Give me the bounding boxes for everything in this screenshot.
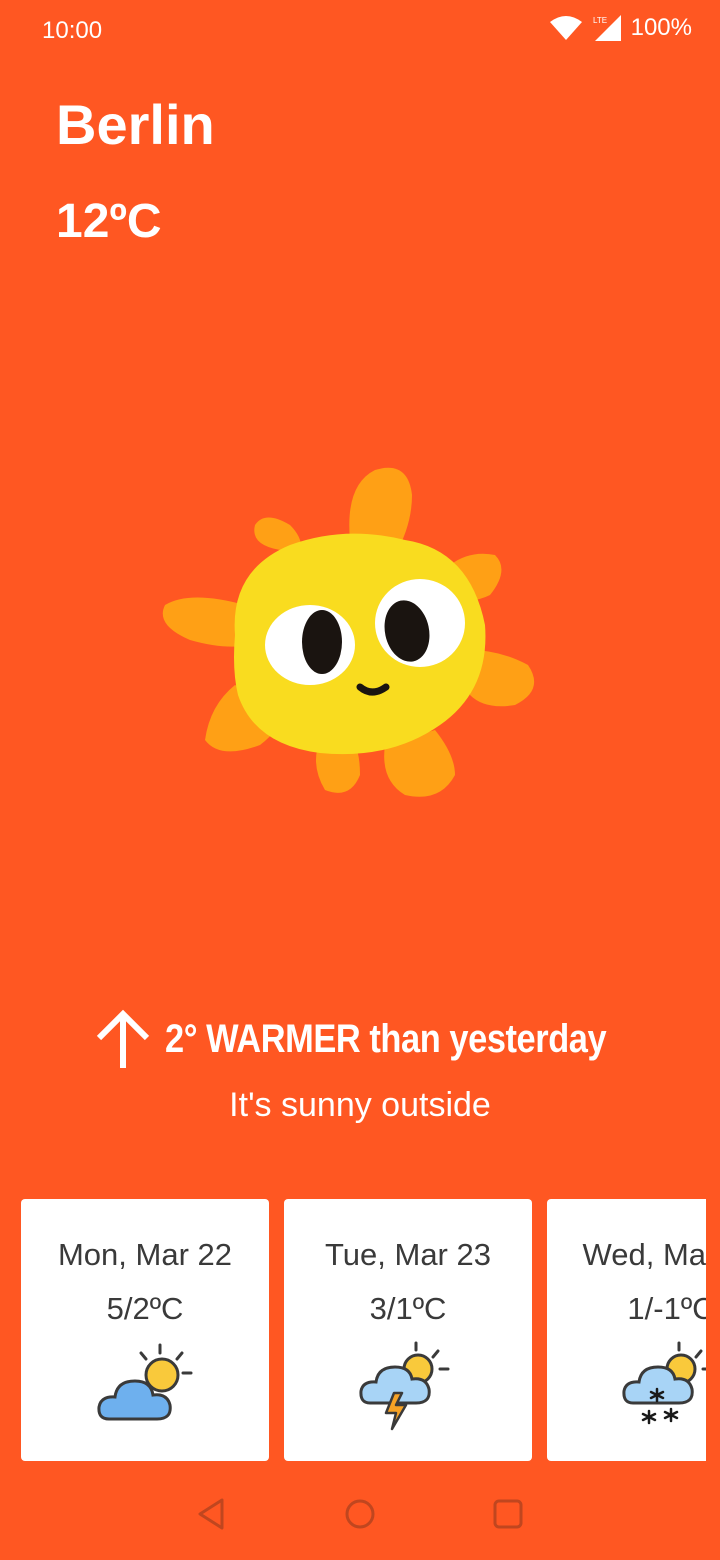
- back-icon[interactable]: [192, 1494, 232, 1534]
- network-type-label: LTE: [593, 16, 607, 25]
- forecast-list[interactable]: Mon, Mar 22 5/2ºC Tue, Mar 23 3/1ºC Wed,…: [21, 1199, 706, 1463]
- wifi-icon: [549, 16, 582, 40]
- arrow-up-icon: [96, 1009, 150, 1068]
- comparison-text: 2° WARMER than yesterday: [165, 1016, 607, 1061]
- forecast-card[interactable]: Mon, Mar 22 5/2ºC: [21, 1199, 269, 1461]
- forecast-card[interactable]: Tue, Mar 23 3/1ºC: [284, 1199, 532, 1461]
- forecast-date: Mon, Mar 22: [57, 1237, 232, 1272]
- partly-cloudy-icon: [97, 1343, 193, 1421]
- forecast-date: Wed, Mar 24: [582, 1237, 706, 1272]
- city-name: Berlin: [56, 93, 215, 156]
- navigation-bar: [0, 1470, 720, 1560]
- home-icon[interactable]: [340, 1494, 380, 1534]
- sun-illustration: [162, 467, 535, 797]
- condition-text: It's sunny outside: [229, 1086, 491, 1124]
- snow-icon: [622, 1341, 706, 1425]
- status-icons: LTE 100%: [549, 14, 692, 42]
- forecast-card[interactable]: Wed, Mar 24 1/-1ºC: [547, 1199, 706, 1461]
- recents-icon[interactable]: [488, 1494, 528, 1534]
- forecast-temperature: 1/-1ºC: [627, 1291, 706, 1326]
- status-time: 10:00: [42, 17, 103, 44]
- temperature-comparison: 2° WARMER than yesterday: [0, 1008, 720, 1070]
- thunderstorm-icon: [359, 1341, 450, 1431]
- forecast-temperature: 5/2ºC: [106, 1291, 184, 1326]
- lte-signal-icon: LTE: [593, 15, 621, 41]
- status-bar: 10:00 LTE 100%: [0, 0, 720, 64]
- forecast-temperature: 3/1ºC: [369, 1291, 447, 1326]
- forecast-date: Tue, Mar 23: [325, 1237, 491, 1272]
- current-temperature: 12ºC: [56, 195, 162, 248]
- battery-percentage: 100%: [630, 14, 692, 41]
